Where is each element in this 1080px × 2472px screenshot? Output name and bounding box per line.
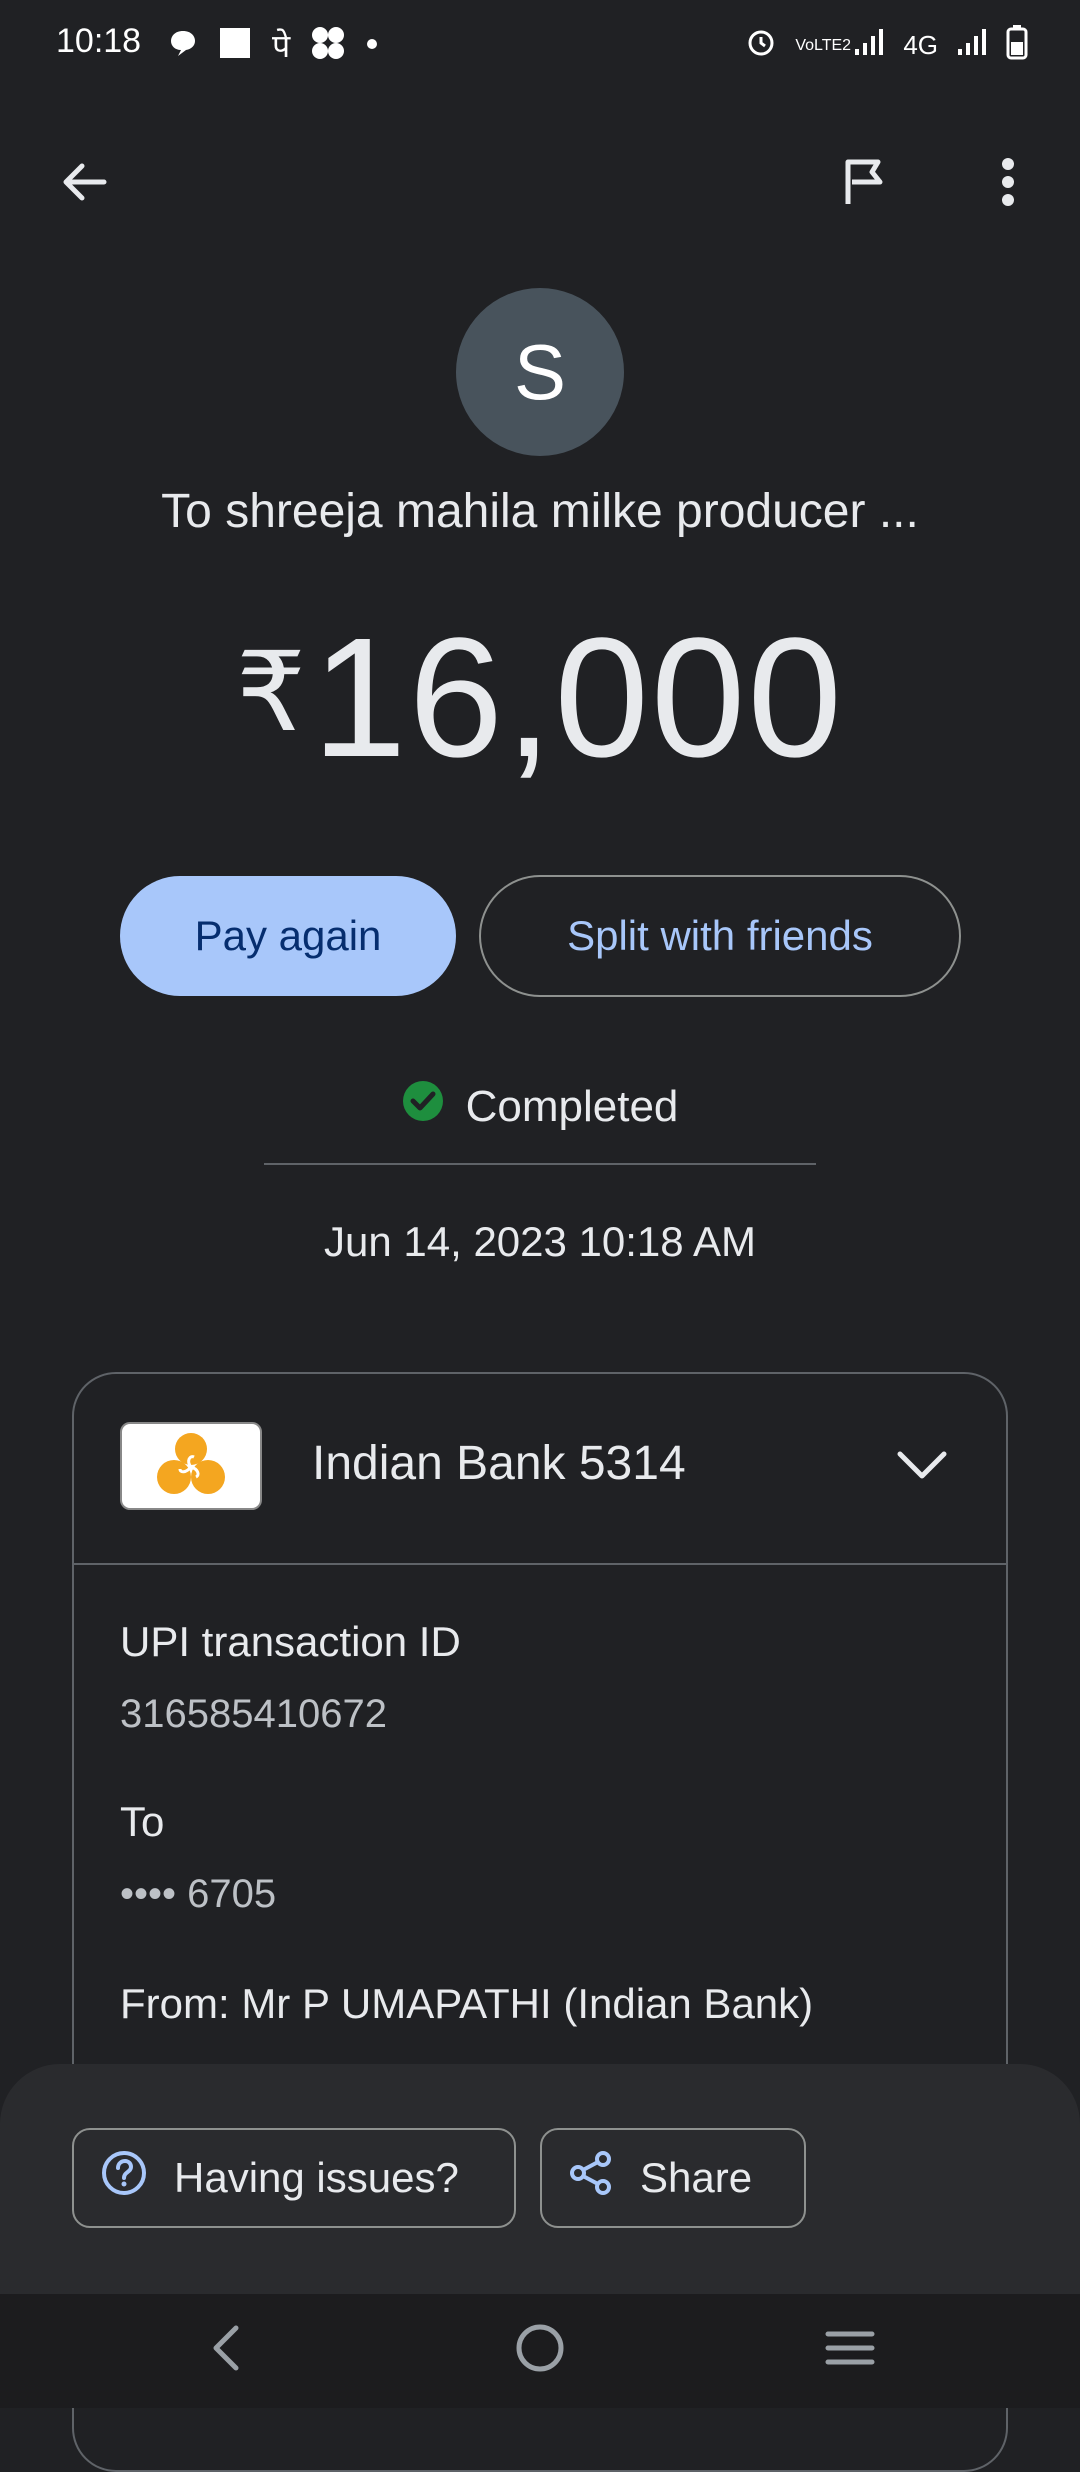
having-issues-button[interactable]: Having issues? <box>72 2128 516 2228</box>
pinwheel-icon <box>310 25 346 66</box>
to-account-value: •••• 6705 <box>120 1872 277 1916</box>
dot-icon <box>366 37 378 55</box>
expand-bank-button[interactable] <box>886 1430 958 1502</box>
status-icons-left: पे <box>168 24 378 67</box>
currency-symbol: ₹ <box>236 631 307 754</box>
report-button[interactable] <box>828 148 900 220</box>
devanagari-pe-icon: पे <box>272 27 291 65</box>
flag-icon <box>842 158 886 211</box>
network-type-label: 4G <box>903 30 938 60</box>
status-time: 10:18 <box>56 22 142 60</box>
nav-menu-icon <box>824 2328 876 2373</box>
arrow-left-icon <box>58 156 110 213</box>
recipient-name: To shreeja mahila milke producer ... <box>161 485 919 538</box>
check-circle-icon <box>402 1080 444 1133</box>
chat-bubble-icon <box>168 28 198 63</box>
bank-account-name: Indian Bank 5314 <box>312 1437 686 1490</box>
nav-recents-button[interactable] <box>814 2314 886 2386</box>
upi-transaction-id-label: UPI transaction ID <box>120 1618 461 1665</box>
volte-label: VoLTE2 <box>795 36 852 54</box>
more-options-button[interactable] <box>972 148 1044 220</box>
battery-icon <box>1006 24 1028 67</box>
signal-icon-2 <box>956 27 988 64</box>
status-divider <box>264 1163 816 1165</box>
square-icon <box>218 26 252 65</box>
transaction-date: Jun 14, 2023 10:18 AM <box>324 1218 756 1265</box>
back-button[interactable] <box>48 148 120 220</box>
to-label: To <box>120 1798 165 1845</box>
nav-back-icon <box>208 2324 244 2377</box>
more-vert-icon <box>1000 156 1016 213</box>
transaction-status: Completed <box>0 1080 1080 1133</box>
split-with-friends-button[interactable]: Split with friends <box>479 875 961 997</box>
amount-value: 16,000 <box>312 603 844 793</box>
nav-home-icon <box>514 2322 566 2379</box>
share-icon <box>568 2150 614 2206</box>
status-label: Completed <box>465 1081 679 1131</box>
help-circle-icon <box>100 2149 148 2207</box>
alarm-icon <box>745 26 777 65</box>
nav-home-button[interactable] <box>504 2314 576 2386</box>
card-divider <box>74 1563 1006 1565</box>
signal-icon-1 <box>853 27 885 64</box>
avatar: S <box>456 288 624 456</box>
indian-bank-logo-icon <box>157 1433 225 1494</box>
share-label: Share <box>640 2154 753 2201</box>
pay-again-button[interactable]: Pay again <box>120 876 456 996</box>
having-issues-label: Having issues? <box>174 2154 459 2201</box>
bank-logo <box>120 1422 262 1510</box>
share-button[interactable]: Share <box>540 2128 806 2228</box>
upi-transaction-id-value: 316585410672 <box>120 1692 387 1736</box>
status-icons-right: VoLTE2 4G <box>745 24 1028 67</box>
payment-amount: ₹16,000 <box>0 600 1080 796</box>
nav-back-button[interactable] <box>190 2314 262 2386</box>
from-label: From: Mr P UMAPATHI (Indian Bank) <box>120 1980 814 2027</box>
chevron-down-icon <box>896 1448 948 1485</box>
